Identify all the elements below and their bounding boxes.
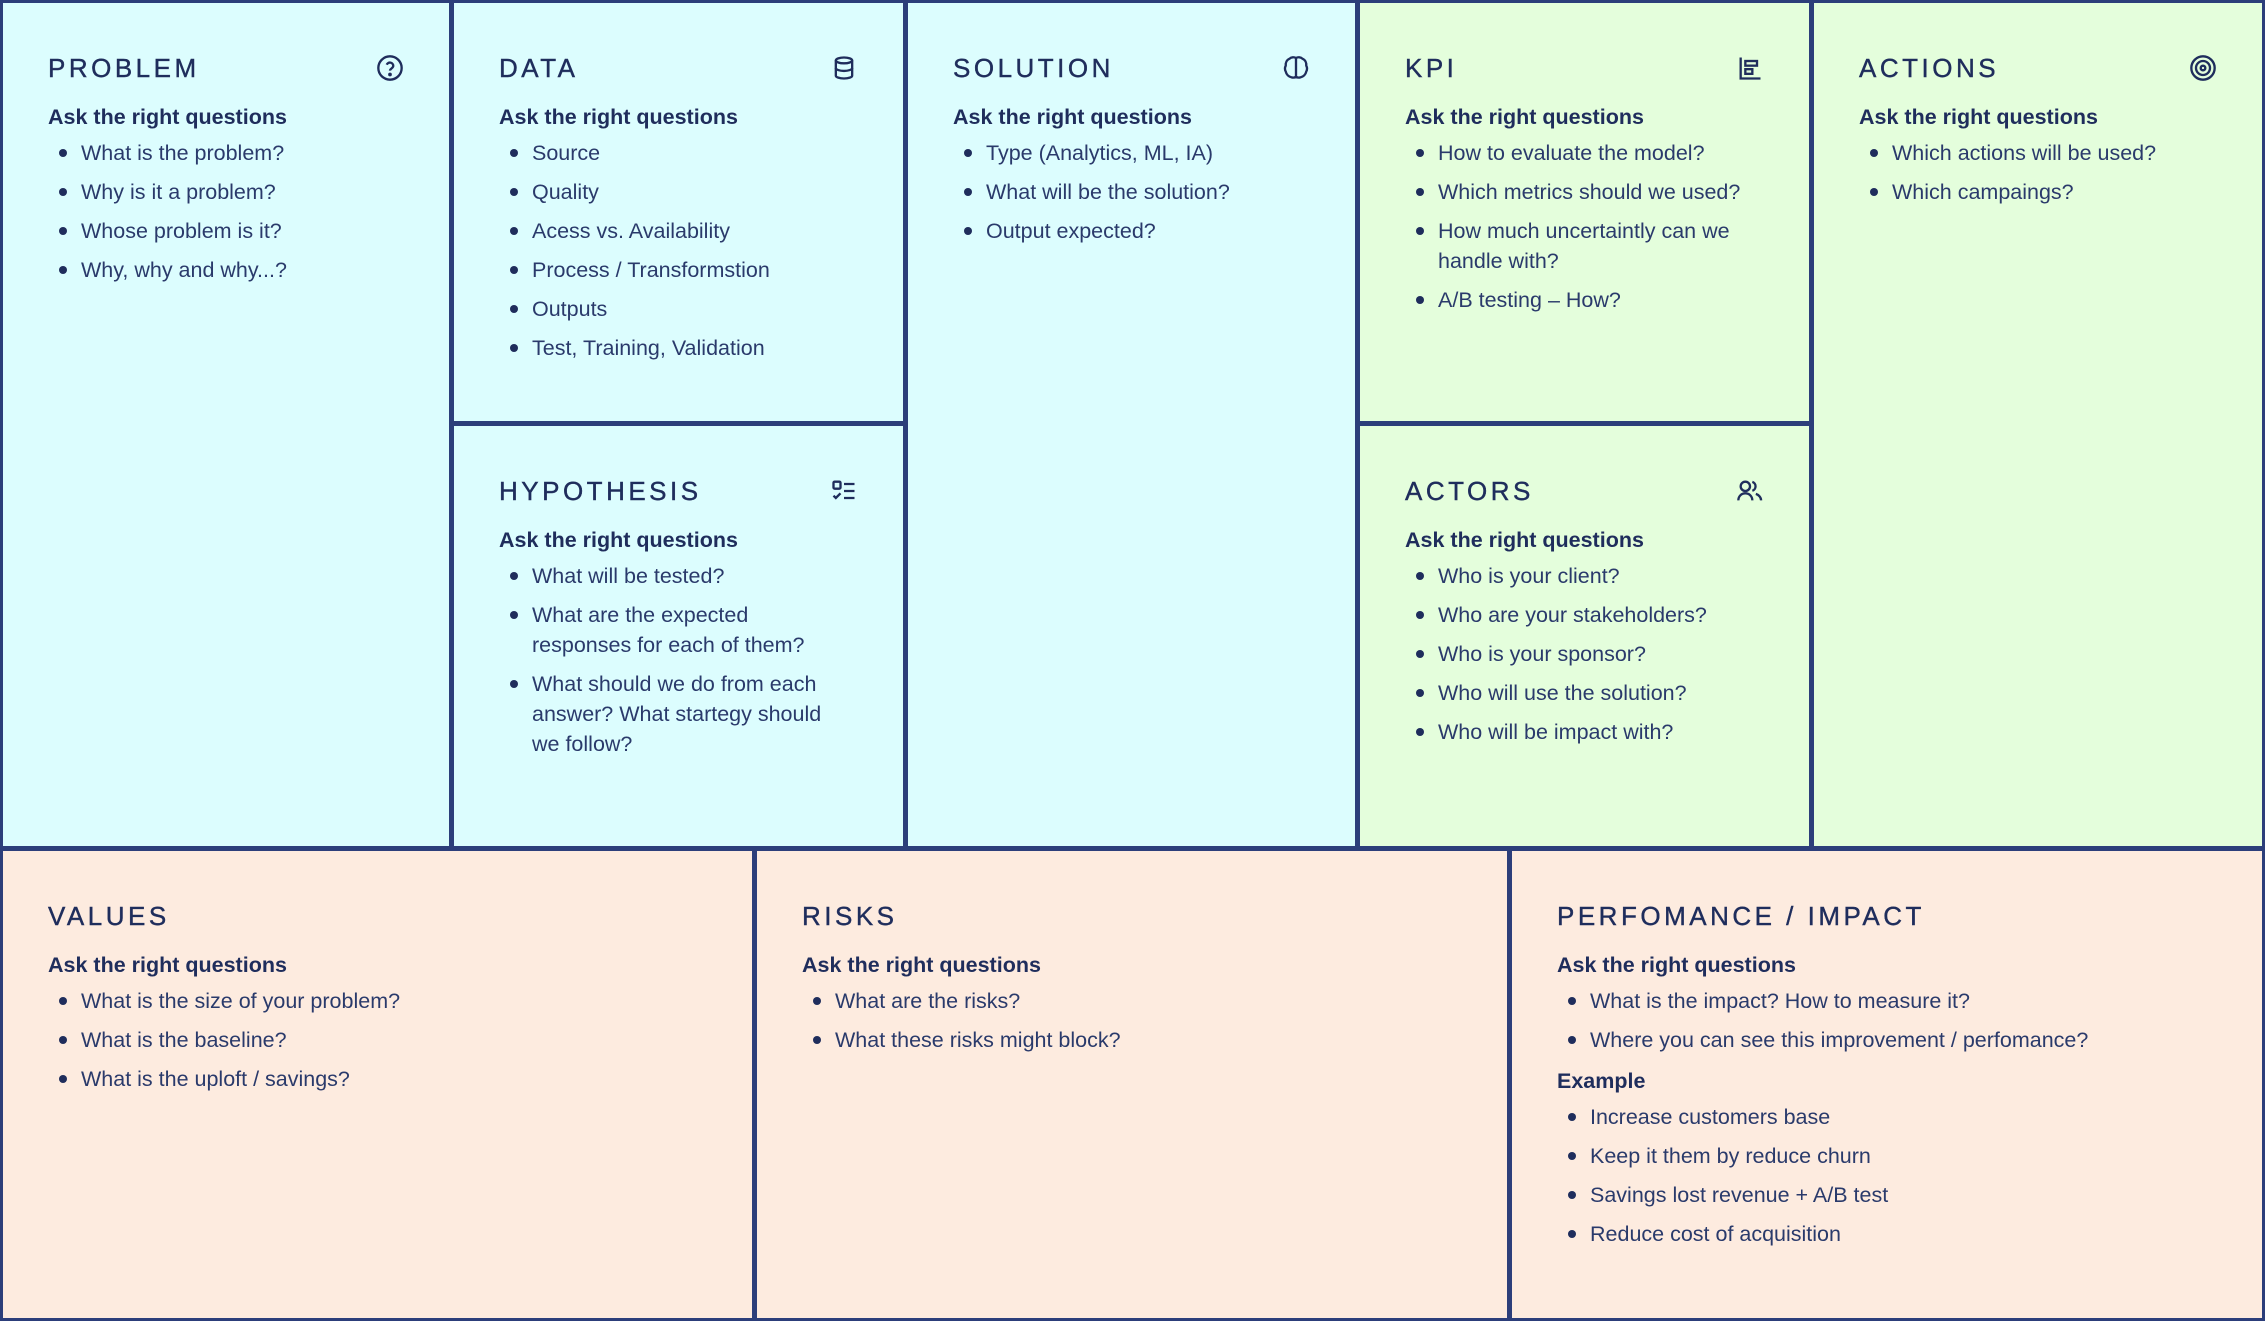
list-item: What should we do from each answer? What… xyxy=(507,669,847,759)
section-title: RISKS xyxy=(802,900,898,931)
section-subheading: Ask the right questions xyxy=(1405,105,1644,129)
list-item: Process / Transformstion xyxy=(507,255,859,285)
list-item: Why, why and why...? xyxy=(56,255,405,285)
section-title: SOLUTION xyxy=(953,52,1114,83)
question-list: What are the risks? What these risks mig… xyxy=(802,986,1463,1055)
question-list: What is the impact? How to measure it? W… xyxy=(1557,986,2218,1055)
target-icon xyxy=(2188,53,2218,83)
section-subheading: Ask the right questions xyxy=(48,105,287,129)
section-title: KPI xyxy=(1405,52,1458,83)
database-icon xyxy=(829,53,859,83)
section-title: DATA xyxy=(499,52,579,83)
section-subheading: Ask the right questions xyxy=(1859,105,2098,129)
section-subheading: Ask the right questions xyxy=(1405,528,1644,552)
bar-chart-icon xyxy=(1735,53,1765,83)
list-item: What is the baseline? xyxy=(56,1025,708,1055)
question-list: Which actions will be used? Which campai… xyxy=(1859,138,2218,207)
section-title: PERFOMANCE / IMPACT xyxy=(1557,900,1925,931)
list-item: Increase customers base xyxy=(1565,1102,2218,1132)
list-item: Which actions will be used? xyxy=(1867,138,2218,168)
list-item: Where you can see this improvement / per… xyxy=(1565,1025,2218,1055)
list-item: Savings lost revenue + A/B test xyxy=(1565,1180,2218,1210)
section-title: ACTORS xyxy=(1405,475,1534,506)
question-circle-icon xyxy=(375,53,405,83)
section-subheading: Ask the right questions xyxy=(802,953,1041,977)
list-item: Reduce cost of acquisition xyxy=(1565,1219,2218,1249)
list-item: Whose problem is it? xyxy=(56,216,405,246)
list-item: Who is your sponsor? xyxy=(1413,639,1765,669)
section-subheading: Ask the right questions xyxy=(499,105,738,129)
list-item: Which metrics should we used? xyxy=(1413,177,1753,207)
list-item: What these risks might block? xyxy=(810,1025,1463,1055)
section-title: VALUES xyxy=(48,900,170,931)
question-list: Type (Analytics, ML, IA) What will be th… xyxy=(953,138,1311,246)
list-item: Why is it a problem? xyxy=(56,177,405,207)
list-item: Who is your client? xyxy=(1413,561,1765,591)
list-item: What is the impact? How to measure it? xyxy=(1565,986,2218,1016)
section-title: ACTIONS xyxy=(1859,52,2000,83)
question-list: What is the problem? Why is it a problem… xyxy=(48,138,405,285)
list-item: What will be the solution? xyxy=(961,177,1311,207)
section-hypothesis: HYPOTHESIS Ask the right questions What … xyxy=(454,426,903,846)
list-item: Which campaings? xyxy=(1867,177,2218,207)
section-actions: ACTIONS Ask the right questions Which ac… xyxy=(1814,3,2262,846)
list-item: Source xyxy=(507,138,859,168)
list-item: What are the expected responses for each… xyxy=(507,600,847,660)
list-item: What will be tested? xyxy=(507,561,847,591)
list-item: Type (Analytics, ML, IA) xyxy=(961,138,1311,168)
users-icon xyxy=(1735,476,1765,506)
list-item: Test, Training, Validation xyxy=(507,333,859,363)
question-list: Source Quality Acess vs. Availability Pr… xyxy=(499,138,859,363)
section-subheading: Ask the right questions xyxy=(499,528,738,552)
section-title: HYPOTHESIS xyxy=(499,475,702,506)
list-item: What is the problem? xyxy=(56,138,405,168)
list-item: A/B testing – How? xyxy=(1413,285,1753,315)
list-item: What is the uploft / savings? xyxy=(56,1064,708,1094)
brain-icon xyxy=(1281,53,1311,83)
list-item: What is the size of your problem? xyxy=(56,986,708,1016)
list-item: Who will use the solution? xyxy=(1413,678,1765,708)
checklist-icon xyxy=(829,476,859,506)
question-list: What is the size of your problem? What i… xyxy=(48,986,708,1094)
section-data: DATA Ask the right questions Source Qual… xyxy=(454,3,903,421)
example-heading: Example xyxy=(1557,1069,1646,1093)
list-item: Outputs xyxy=(507,294,859,324)
section-actors: ACTORS Ask the right questions Who is yo… xyxy=(1360,426,1809,846)
question-list: How to evaluate the model? Which metrics… xyxy=(1405,138,1753,315)
list-item: Who are your stakeholders? xyxy=(1413,600,1765,630)
example-list: Increase customers base Keep it them by … xyxy=(1557,1102,2218,1249)
section-solution: SOLUTION Ask the right questions Type (A… xyxy=(908,3,1355,846)
list-item: How to evaluate the model? xyxy=(1413,138,1753,168)
question-list: Who is your client? Who are your stakeho… xyxy=(1405,561,1765,747)
list-item: Acess vs. Availability xyxy=(507,216,859,246)
section-subheading: Ask the right questions xyxy=(1557,953,1796,977)
question-list: What will be tested? What are the expect… xyxy=(499,561,847,759)
section-values: VALUES Ask the right questions What is t… xyxy=(3,851,752,1318)
section-kpi: KPI Ask the right questions How to evalu… xyxy=(1360,3,1809,421)
section-performance-impact: PERFOMANCE / IMPACT Ask the right questi… xyxy=(1512,851,2262,1318)
list-item: What are the risks? xyxy=(810,986,1463,1016)
section-subheading: Ask the right questions xyxy=(953,105,1192,129)
list-item: How much uncertaintly can we handle with… xyxy=(1413,216,1753,276)
section-risks: RISKS Ask the right questions What are t… xyxy=(757,851,1507,1318)
list-item: Quality xyxy=(507,177,859,207)
list-item: Who will be impact with? xyxy=(1413,717,1765,747)
section-subheading: Ask the right questions xyxy=(48,953,287,977)
list-item: Output expected? xyxy=(961,216,1311,246)
section-title: PROBLEM xyxy=(48,52,200,83)
list-item: Keep it them by reduce churn xyxy=(1565,1141,2218,1171)
section-problem: PROBLEM Ask the right questions What is … xyxy=(3,3,449,846)
